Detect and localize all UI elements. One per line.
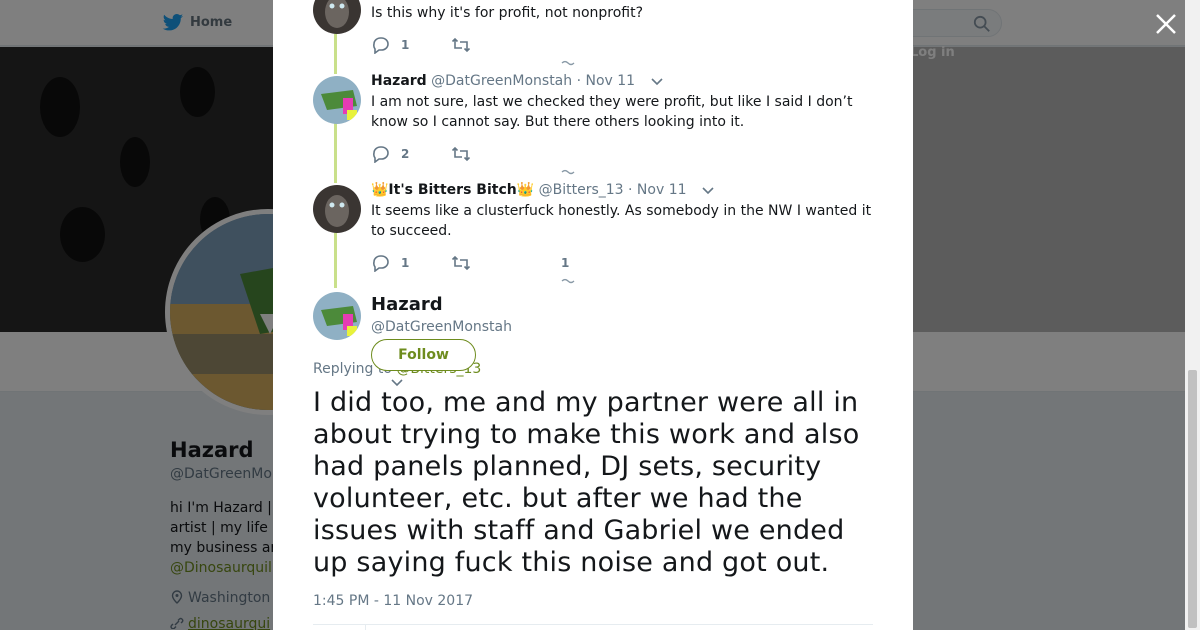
tweet-avatar[interactable] xyxy=(313,185,361,233)
retweet-button[interactable] xyxy=(451,144,471,164)
tweet-header: Hazard @DatGreenMonstah · Nov 11 xyxy=(371,73,664,89)
reply-icon xyxy=(373,255,389,272)
reply-count: 1 xyxy=(401,38,410,52)
like-button[interactable]: 1 xyxy=(561,253,569,273)
tweet-avatar[interactable] xyxy=(313,76,361,124)
tweet-author-handle[interactable]: @DatGreenMonstah xyxy=(431,73,572,89)
close-icon[interactable] xyxy=(1152,10,1180,38)
tweet-date[interactable]: · Nov 11 xyxy=(577,73,636,89)
retweet-icon xyxy=(451,37,471,53)
tweet-modal: Is this why it's for profit, not nonprof… xyxy=(273,0,913,630)
reply-icon xyxy=(373,146,389,163)
reply-button[interactable]: 2 xyxy=(371,144,409,164)
tweet-author-name[interactable]: 👑It's Bitters Bitch👑 xyxy=(371,182,534,198)
more-replies-indicator[interactable] xyxy=(561,278,575,284)
like-count: 1 xyxy=(561,256,570,270)
reply-button[interactable]: 1 xyxy=(371,35,409,55)
more-replies-indicator[interactable] xyxy=(561,60,575,66)
tweet-date[interactable]: · Nov 11 xyxy=(628,182,687,198)
tweet-avatar[interactable] xyxy=(313,0,361,34)
reply-count: 1 xyxy=(401,256,410,270)
follow-button[interactable]: Follow xyxy=(371,339,476,371)
main-tweet-avatar[interactable] xyxy=(313,292,361,340)
reply-icon xyxy=(373,37,389,54)
retweet-icon xyxy=(451,146,471,162)
tweet-text: It seems like a clusterfuck honestly. As… xyxy=(371,203,872,239)
caret-down-icon[interactable] xyxy=(701,185,715,195)
tweet-text: I am not sure, last we checked they were… xyxy=(371,94,853,130)
main-tweet-timestamp[interactable]: 1:45 PM - 11 Nov 2017 xyxy=(313,593,473,609)
retweet-button[interactable] xyxy=(451,253,471,273)
reply-count: 2 xyxy=(401,147,410,161)
reply-button[interactable]: 1 xyxy=(371,253,409,273)
retweet-button[interactable] xyxy=(451,35,471,55)
caret-down-icon[interactable] xyxy=(390,377,404,387)
tweet-author-name[interactable]: Hazard xyxy=(371,73,427,89)
retweet-icon xyxy=(451,255,471,271)
thread-line xyxy=(334,123,337,183)
page-scrollbar[interactable] xyxy=(1185,0,1200,630)
thread-line xyxy=(334,233,337,288)
divider xyxy=(365,624,366,630)
tweet-text: Is this why it's for profit, not nonprof… xyxy=(371,5,644,21)
tweet-header: 👑It's Bitters Bitch👑 @Bitters_13 · Nov 1… xyxy=(371,182,715,198)
main-tweet-author-name[interactable]: Hazard xyxy=(371,294,443,315)
caret-down-icon[interactable] xyxy=(650,76,664,86)
thread-line xyxy=(334,34,337,74)
main-tweet-author-handle[interactable]: @DatGreenMonstah xyxy=(371,319,512,335)
divider xyxy=(313,624,873,625)
tweet-author-handle[interactable]: @Bitters_13 xyxy=(539,182,624,198)
main-tweet-text: I did too, me and my partner were all in… xyxy=(313,387,860,578)
more-replies-indicator[interactable] xyxy=(561,169,575,175)
